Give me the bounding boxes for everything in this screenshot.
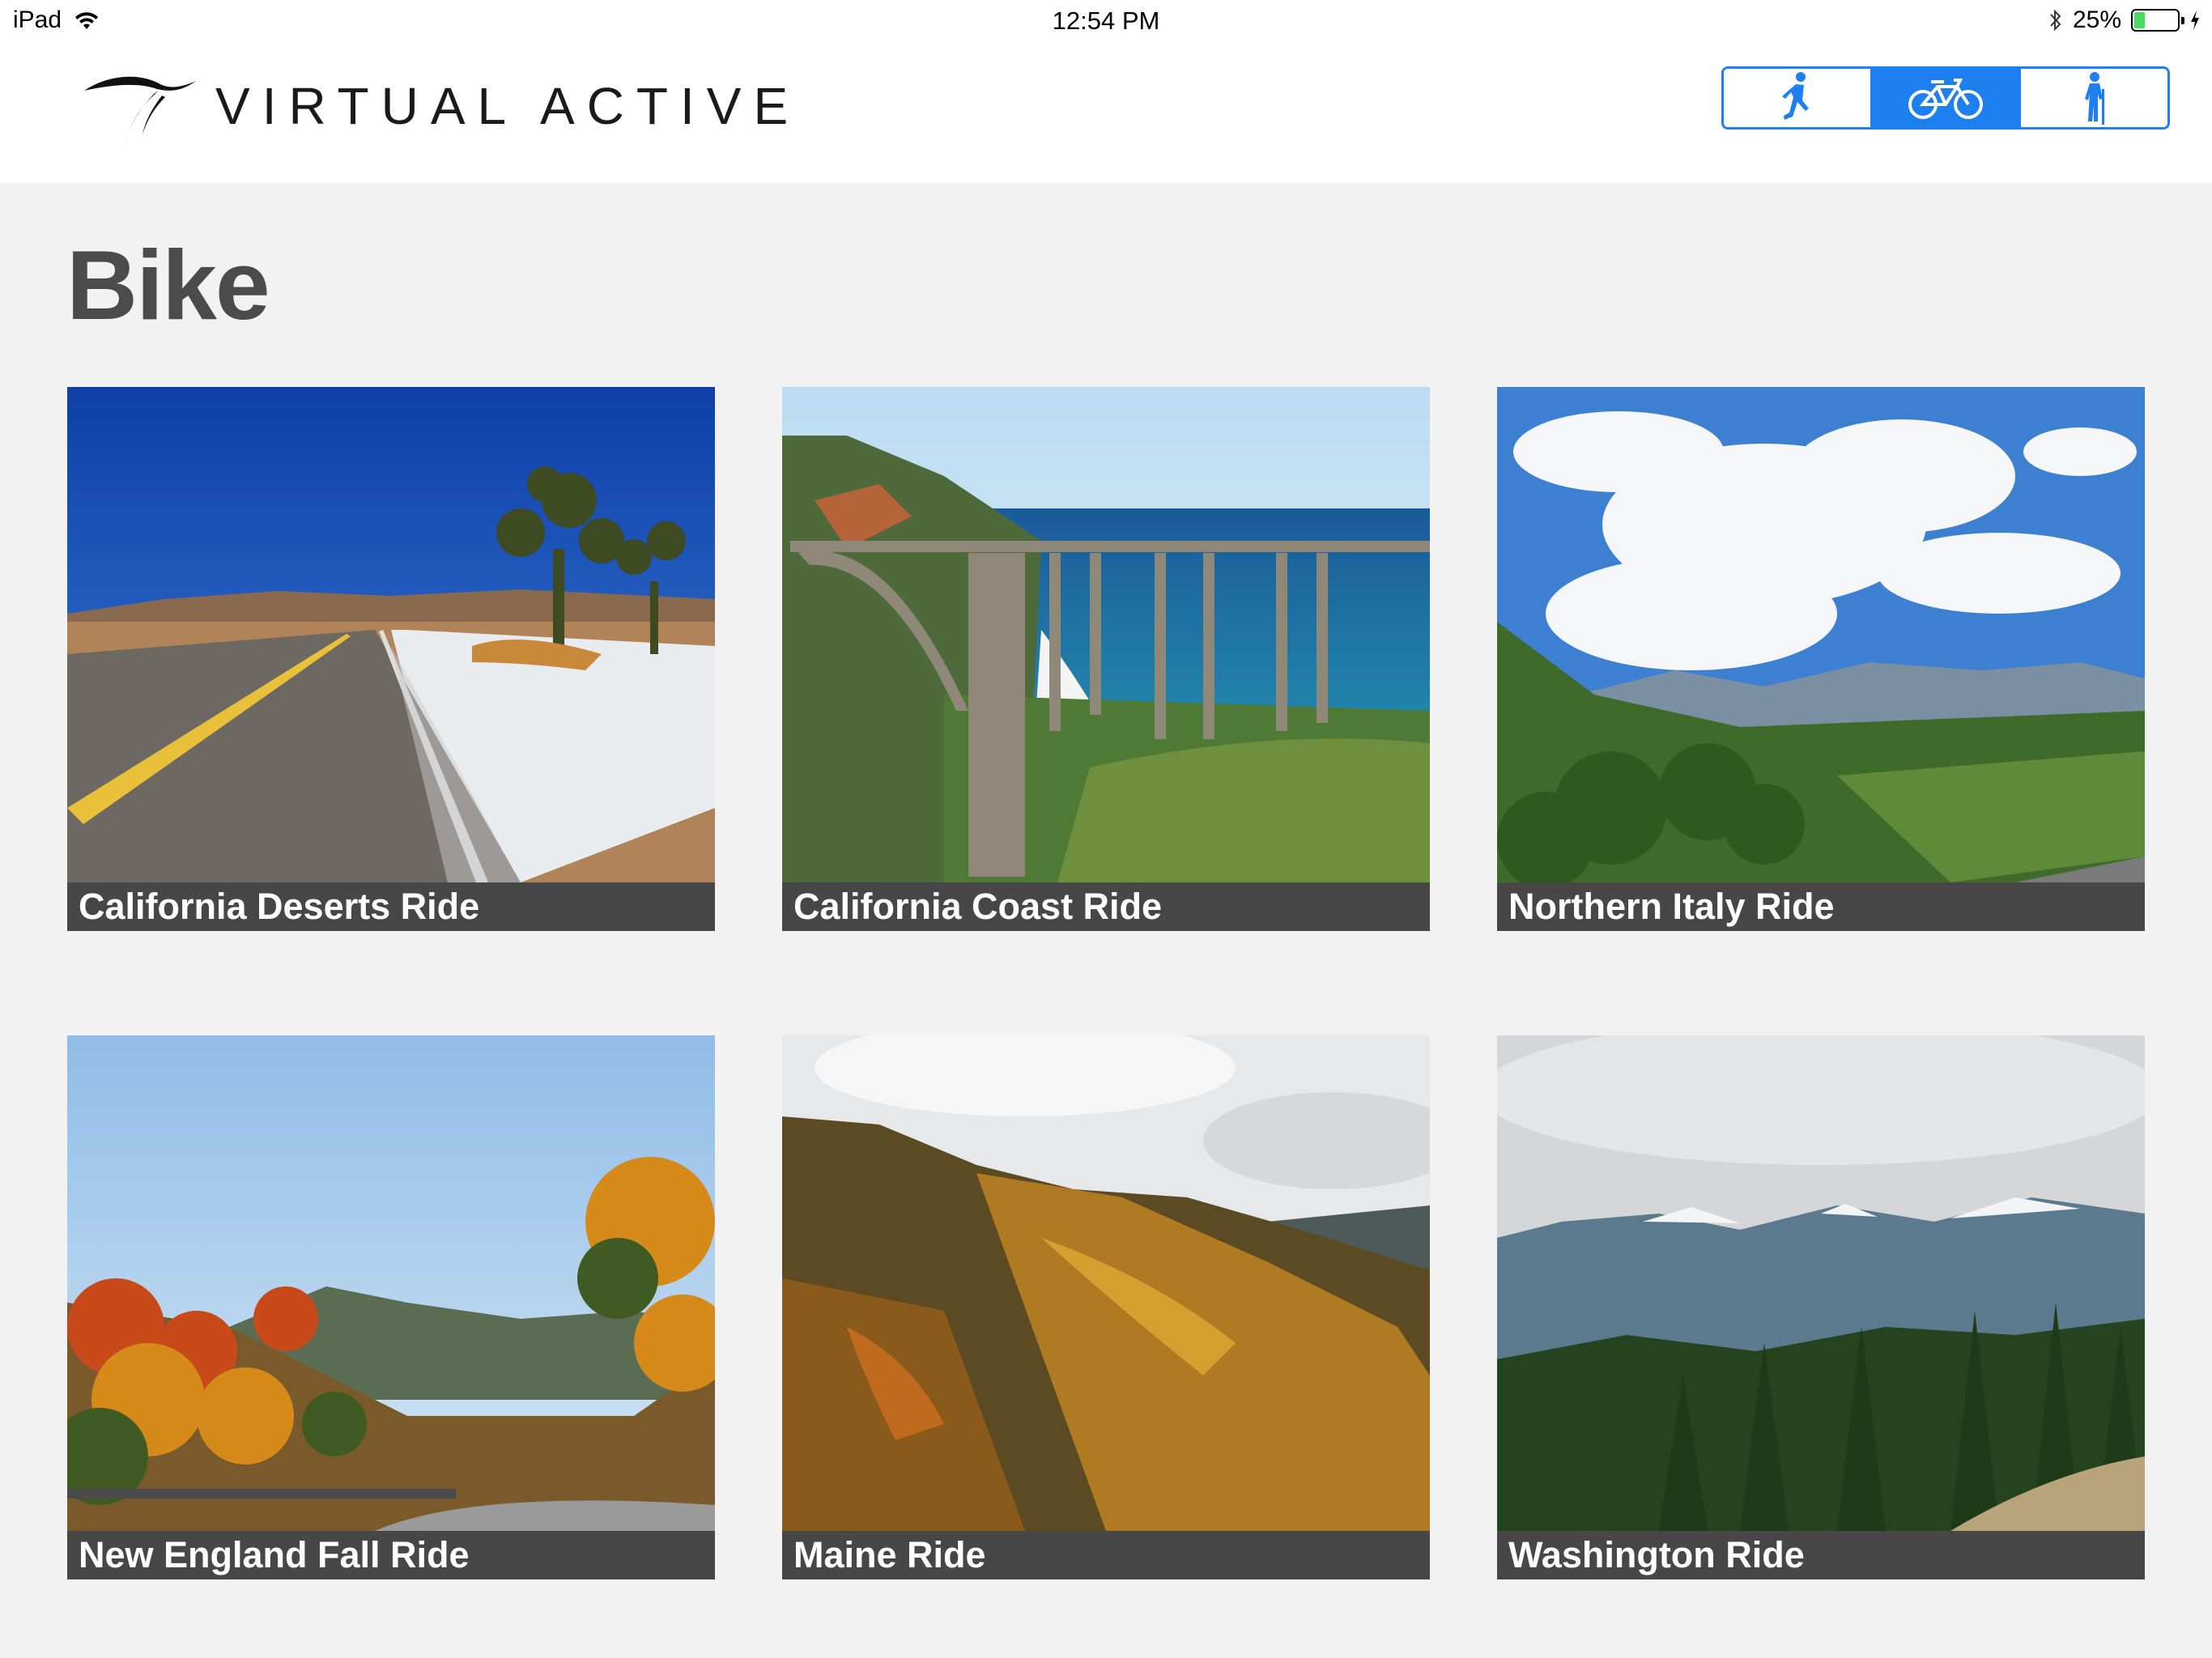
ride-title: California Deserts Ride — [67, 882, 715, 931]
app-header: VIRTUAL ACTIVE — [0, 45, 2212, 183]
ride-card-new-england-fall[interactable]: New England Fall Ride — [67, 1035, 715, 1579]
ride-card-maine[interactable]: Maine Ride — [782, 1035, 1430, 1579]
battery-percent: 25% — [2072, 6, 2121, 33]
swoosh-logo-icon — [84, 76, 196, 151]
ride-thumbnail — [782, 387, 1430, 882]
charging-bolt-icon — [2191, 11, 2199, 30]
ride-card-california-coast[interactable]: California Coast Ride — [782, 387, 1430, 931]
bluetooth-icon — [2050, 9, 2061, 32]
page-title: Bike — [66, 230, 270, 340]
clock: 12:54 PM — [1052, 6, 1160, 35]
battery-level-fill — [2134, 12, 2145, 28]
ride-card-northern-italy[interactable]: Northern Italy Ride — [1497, 387, 2145, 931]
activity-mode-selector[interactable] — [1721, 66, 2170, 130]
brand-name: VIRTUAL ACTIVE — [215, 77, 801, 135]
ride-title: California Coast Ride — [782, 882, 1430, 931]
mode-bike-button[interactable] — [1870, 69, 2019, 127]
hiker-icon — [2084, 72, 2104, 125]
battery-icon — [2131, 9, 2184, 32]
ride-title: Maine Ride — [782, 1531, 1430, 1579]
bicycle-icon — [1908, 79, 1983, 119]
mode-run-button[interactable] — [1724, 69, 1870, 127]
status-bar: iPad 12:54 PM 25% — [0, 0, 2212, 45]
mode-hike-button[interactable] — [2018, 69, 2167, 127]
ride-card-washington[interactable]: Washington Ride — [1497, 1035, 2145, 1579]
ride-card-california-deserts[interactable]: California Deserts Ride — [67, 387, 715, 931]
ride-thumbnail — [782, 1035, 1430, 1531]
ride-thumbnail — [1497, 387, 2145, 882]
runner-icon — [1782, 72, 1810, 120]
ride-thumbnail — [1497, 1035, 2145, 1531]
ride-title: Northern Italy Ride — [1497, 882, 2145, 931]
ride-thumbnail — [67, 387, 715, 882]
ride-title: New England Fall Ride — [67, 1531, 715, 1579]
ride-title: Washington Ride — [1497, 1531, 2145, 1579]
ride-thumbnail — [67, 1035, 715, 1531]
